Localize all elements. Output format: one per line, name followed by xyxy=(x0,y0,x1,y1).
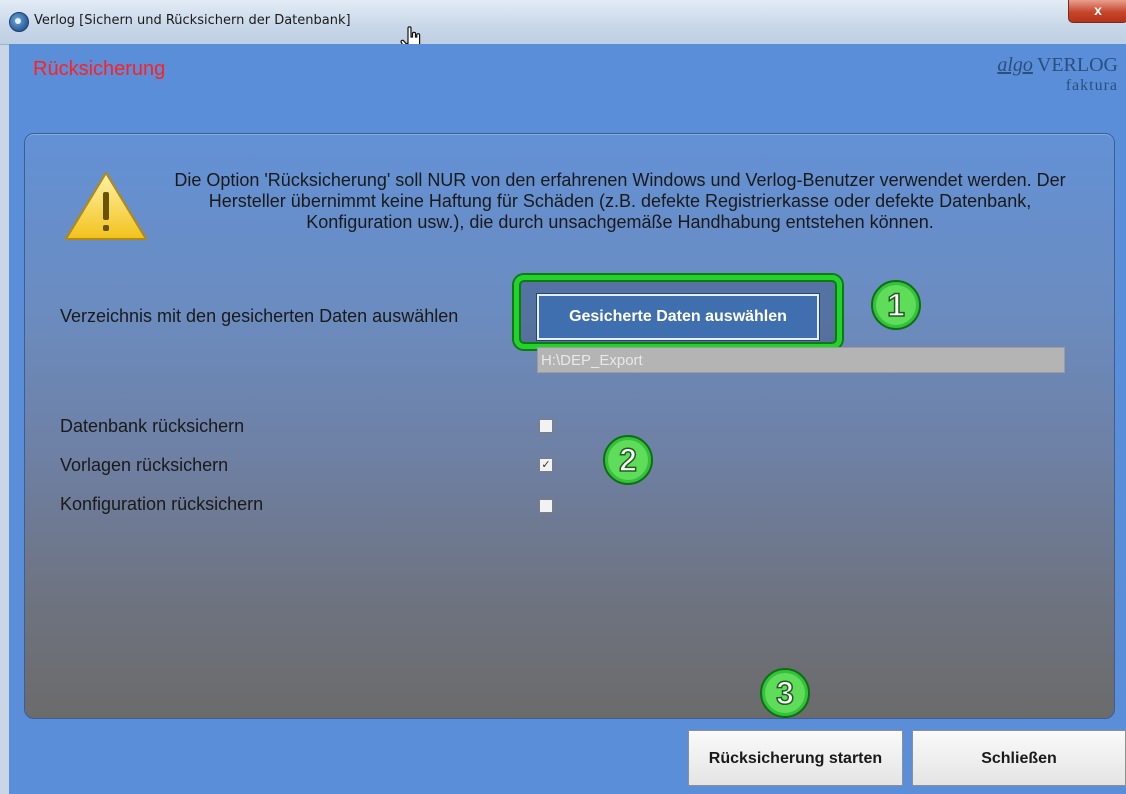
algo-verlog-logo: algo VERLOG faktura xyxy=(997,54,1118,95)
close-button[interactable]: x xyxy=(1068,0,1126,23)
logo-verlog-text: VERLOG xyxy=(1036,54,1118,76)
app-icon xyxy=(9,12,29,32)
dialog-client-area: Rücksicherung algo VERLOG faktura Die Op… xyxy=(9,44,1126,794)
step-3-label: 3 xyxy=(776,675,794,711)
select-backup-button[interactable]: Gesicherte Daten auswählen xyxy=(537,294,819,340)
datenbank-checkbox[interactable] xyxy=(539,419,553,433)
backup-restore-window: Verlog [Sichern und Rücksichern der Date… xyxy=(0,0,1126,794)
page-title: Rücksicherung xyxy=(33,58,166,80)
step-2-badge: 2 xyxy=(603,435,653,485)
directory-label: Verzeichnis mit den gesicherten Daten au… xyxy=(60,306,459,326)
title-bar[interactable]: Verlog [Sichern und Rücksichern der Date… xyxy=(0,0,1126,53)
logo-faktura-text: faktura xyxy=(1065,77,1118,94)
logo-algo-text: algo xyxy=(997,54,1033,76)
step-2-label: 2 xyxy=(619,442,637,478)
konfiguration-checkbox[interactable] xyxy=(539,499,553,513)
step-1-badge: 1 xyxy=(871,280,921,330)
option-konfiguration-label: Konfiguration rücksichern xyxy=(60,494,264,514)
step-3-badge: 3 xyxy=(760,668,810,718)
vorlagen-checkbox[interactable]: ✓ xyxy=(539,458,553,472)
start-restore-button[interactable]: Rücksicherung starten xyxy=(688,730,903,786)
option-datenbank-label: Datenbank rücksichern xyxy=(60,416,245,436)
warning-text: Die Option 'Rücksicherung' soll NUR von … xyxy=(174,170,1066,232)
backup-path-field: H:\DEP_Export xyxy=(537,347,1065,373)
option-vorlagen-label: Vorlagen rücksichern xyxy=(60,455,229,475)
step-1-label: 1 xyxy=(887,287,905,323)
window-title: Verlog [Sichern und Rücksichern der Date… xyxy=(34,13,351,28)
restore-panel: Die Option 'Rücksicherung' soll NUR von … xyxy=(24,133,1115,719)
close-dialog-button[interactable]: Schließen xyxy=(912,730,1126,786)
warning-triangle-icon xyxy=(65,172,147,240)
